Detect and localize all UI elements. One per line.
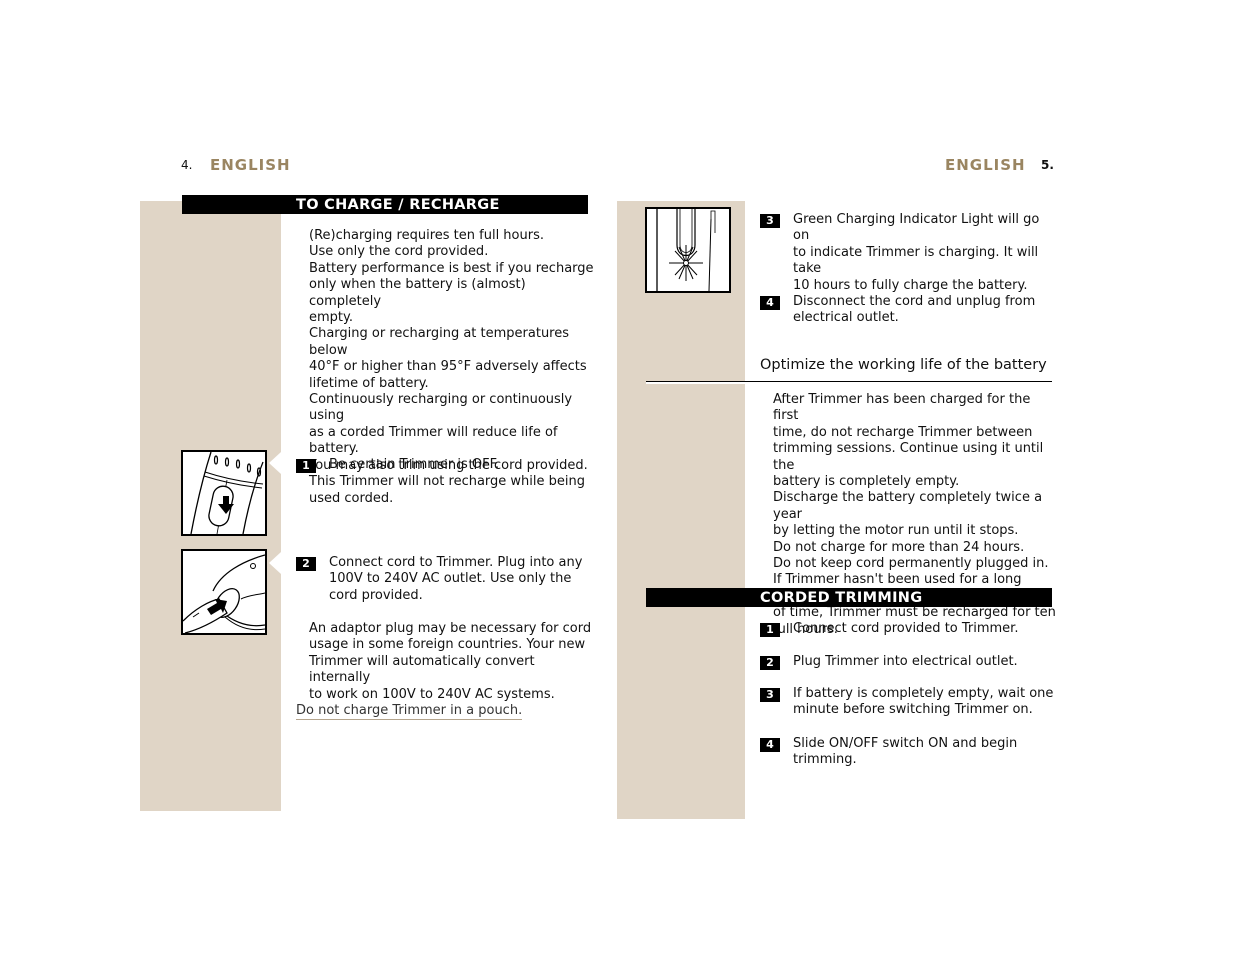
step-number-badge: 2 [760, 656, 780, 670]
text-line: If battery is completely empty, wait one [793, 686, 1054, 701]
step-number-badge: 4 [760, 296, 780, 310]
text-line: Trimmer will automatically convert inter… [309, 653, 535, 686]
text-line: Disconnect the cord and unplug from [793, 294, 1036, 309]
language-header-right: ENGLISH [945, 156, 1026, 174]
text-line: Discharge the battery completely twice a… [773, 490, 1043, 522]
text-line: minute before switching Trimmer on. [793, 702, 1033, 718]
pouch-warning: Do not charge Trimmer in a pouch. [296, 703, 523, 720]
text-line: used corded. [309, 490, 394, 506]
text-line: Do not keep cord permanently plugged in. [773, 556, 1049, 572]
text-line: Battery performance is best if you recha… [309, 260, 594, 276]
charge-step-4-text: Disconnect the cord and unplug from elec… [793, 294, 1058, 327]
section-bar-corded: CORDED TRIMMING [646, 588, 1052, 607]
charge-step-1-text: Be certain Trimmer is OFF. [329, 457, 589, 473]
text-line: time, do not recharge Trimmer between [773, 424, 1033, 440]
text-line: electrical outlet. [793, 310, 899, 326]
charging-light-illustration [645, 207, 731, 293]
text-line: After Trimmer has been charged for the f… [773, 392, 1031, 424]
text-line: battery is completely empty. [773, 474, 960, 490]
text-line: Connect cord provided to Trimmer. [793, 621, 1019, 636]
charging-light-icon [656, 209, 716, 292]
text-line: Be certain Trimmer is OFF. [329, 457, 500, 472]
text-line: as a corded Trimmer will reduce life of … [309, 424, 558, 457]
text-line: Slide ON/OFF switch ON and begin [793, 736, 1018, 751]
text-line: Continuously recharging or continuously … [309, 392, 573, 424]
text-line: This Trimmer will not recharge while bei… [309, 474, 585, 490]
text-line: usage in some foreign countries. Your ne… [309, 637, 586, 653]
text-line: to indicate Trimmer is charging. It will… [793, 244, 1039, 277]
step-number-badge: 1 [296, 459, 316, 473]
language-header-left: ENGLISH [210, 156, 291, 174]
text-line: Do not charge for more than 24 hours. [773, 539, 1025, 555]
text-line: Green Charging Indicator Light will go o… [793, 212, 1040, 244]
step-number-badge: 1 [760, 623, 780, 637]
step-number-badge: 4 [760, 738, 780, 752]
section-title-corded: CORDED TRIMMING [760, 590, 923, 606]
step-number-badge: 3 [760, 688, 780, 702]
cord-plug-icon [182, 554, 266, 634]
text-line: trimming sessions. Continue using it unt… [773, 441, 1044, 473]
battery-subheading: Optimize the working life of the battery [760, 357, 1047, 373]
corded-step-2-text: Plug Trimmer into electrical outlet. [793, 654, 1058, 670]
corded-step-3-text: If battery is completely empty, wait one… [793, 686, 1058, 719]
text-line: to work on 100V to 240V AC systems. [309, 686, 555, 702]
text-line: cord provided. [329, 587, 423, 603]
pouch-warning-text: Do not charge Trimmer in a pouch. [296, 703, 523, 720]
adaptor-note: An adaptor plug may be necessary for cor… [309, 621, 599, 703]
text-line: 40°F or higher than 95°F adversely affec… [309, 359, 587, 375]
switch-off-illustration [181, 450, 267, 536]
section-title-charge: TO CHARGE / RECHARGE [296, 197, 500, 213]
trimmer-switch-icon [190, 451, 264, 535]
step-number-badge: 2 [296, 557, 316, 571]
figure-pointer [269, 452, 281, 474]
text-line: trimming. [793, 752, 857, 768]
text-line: Use only the cord provided. [309, 244, 489, 260]
text-line: An adaptor plug may be necessary for cor… [309, 621, 592, 636]
text-line: empty. [309, 310, 353, 326]
rule-gap [646, 382, 745, 384]
corded-step-1-text: Connect cord provided to Trimmer. [793, 621, 1058, 637]
text-line: 100V to 240V AC outlet. Use only the [329, 571, 572, 587]
charge-step-3-text: Green Charging Indicator Light will go o… [793, 212, 1058, 294]
text-line: Charging or recharging at temperatures b… [309, 326, 570, 358]
text-line: lifetime of battery. [309, 375, 429, 391]
figure-pointer [269, 552, 281, 574]
page-number-right: 5. [1041, 158, 1054, 172]
corded-step-4-text: Slide ON/OFF switch ON and begin trimmin… [793, 736, 1058, 769]
text-line: Plug Trimmer into electrical outlet. [793, 654, 1018, 669]
plug-cord-illustration [181, 549, 267, 635]
page-number-left: 4. [181, 158, 193, 172]
charge-step-2-text: Connect cord to Trimmer. Plug into any 1… [329, 555, 594, 604]
section-bar-charge: TO CHARGE / RECHARGE [182, 195, 588, 214]
text-line: 10 hours to fully charge the battery. [793, 277, 1028, 293]
text-line: Connect cord to Trimmer. Plug into any [329, 555, 583, 570]
text-line: by letting the motor run until it stops. [773, 523, 1019, 539]
step-number-badge: 3 [760, 214, 780, 228]
text-line: (Re)charging requires ten full hours. [309, 228, 544, 243]
text-line: only when the battery is (almost) comple… [309, 277, 526, 309]
